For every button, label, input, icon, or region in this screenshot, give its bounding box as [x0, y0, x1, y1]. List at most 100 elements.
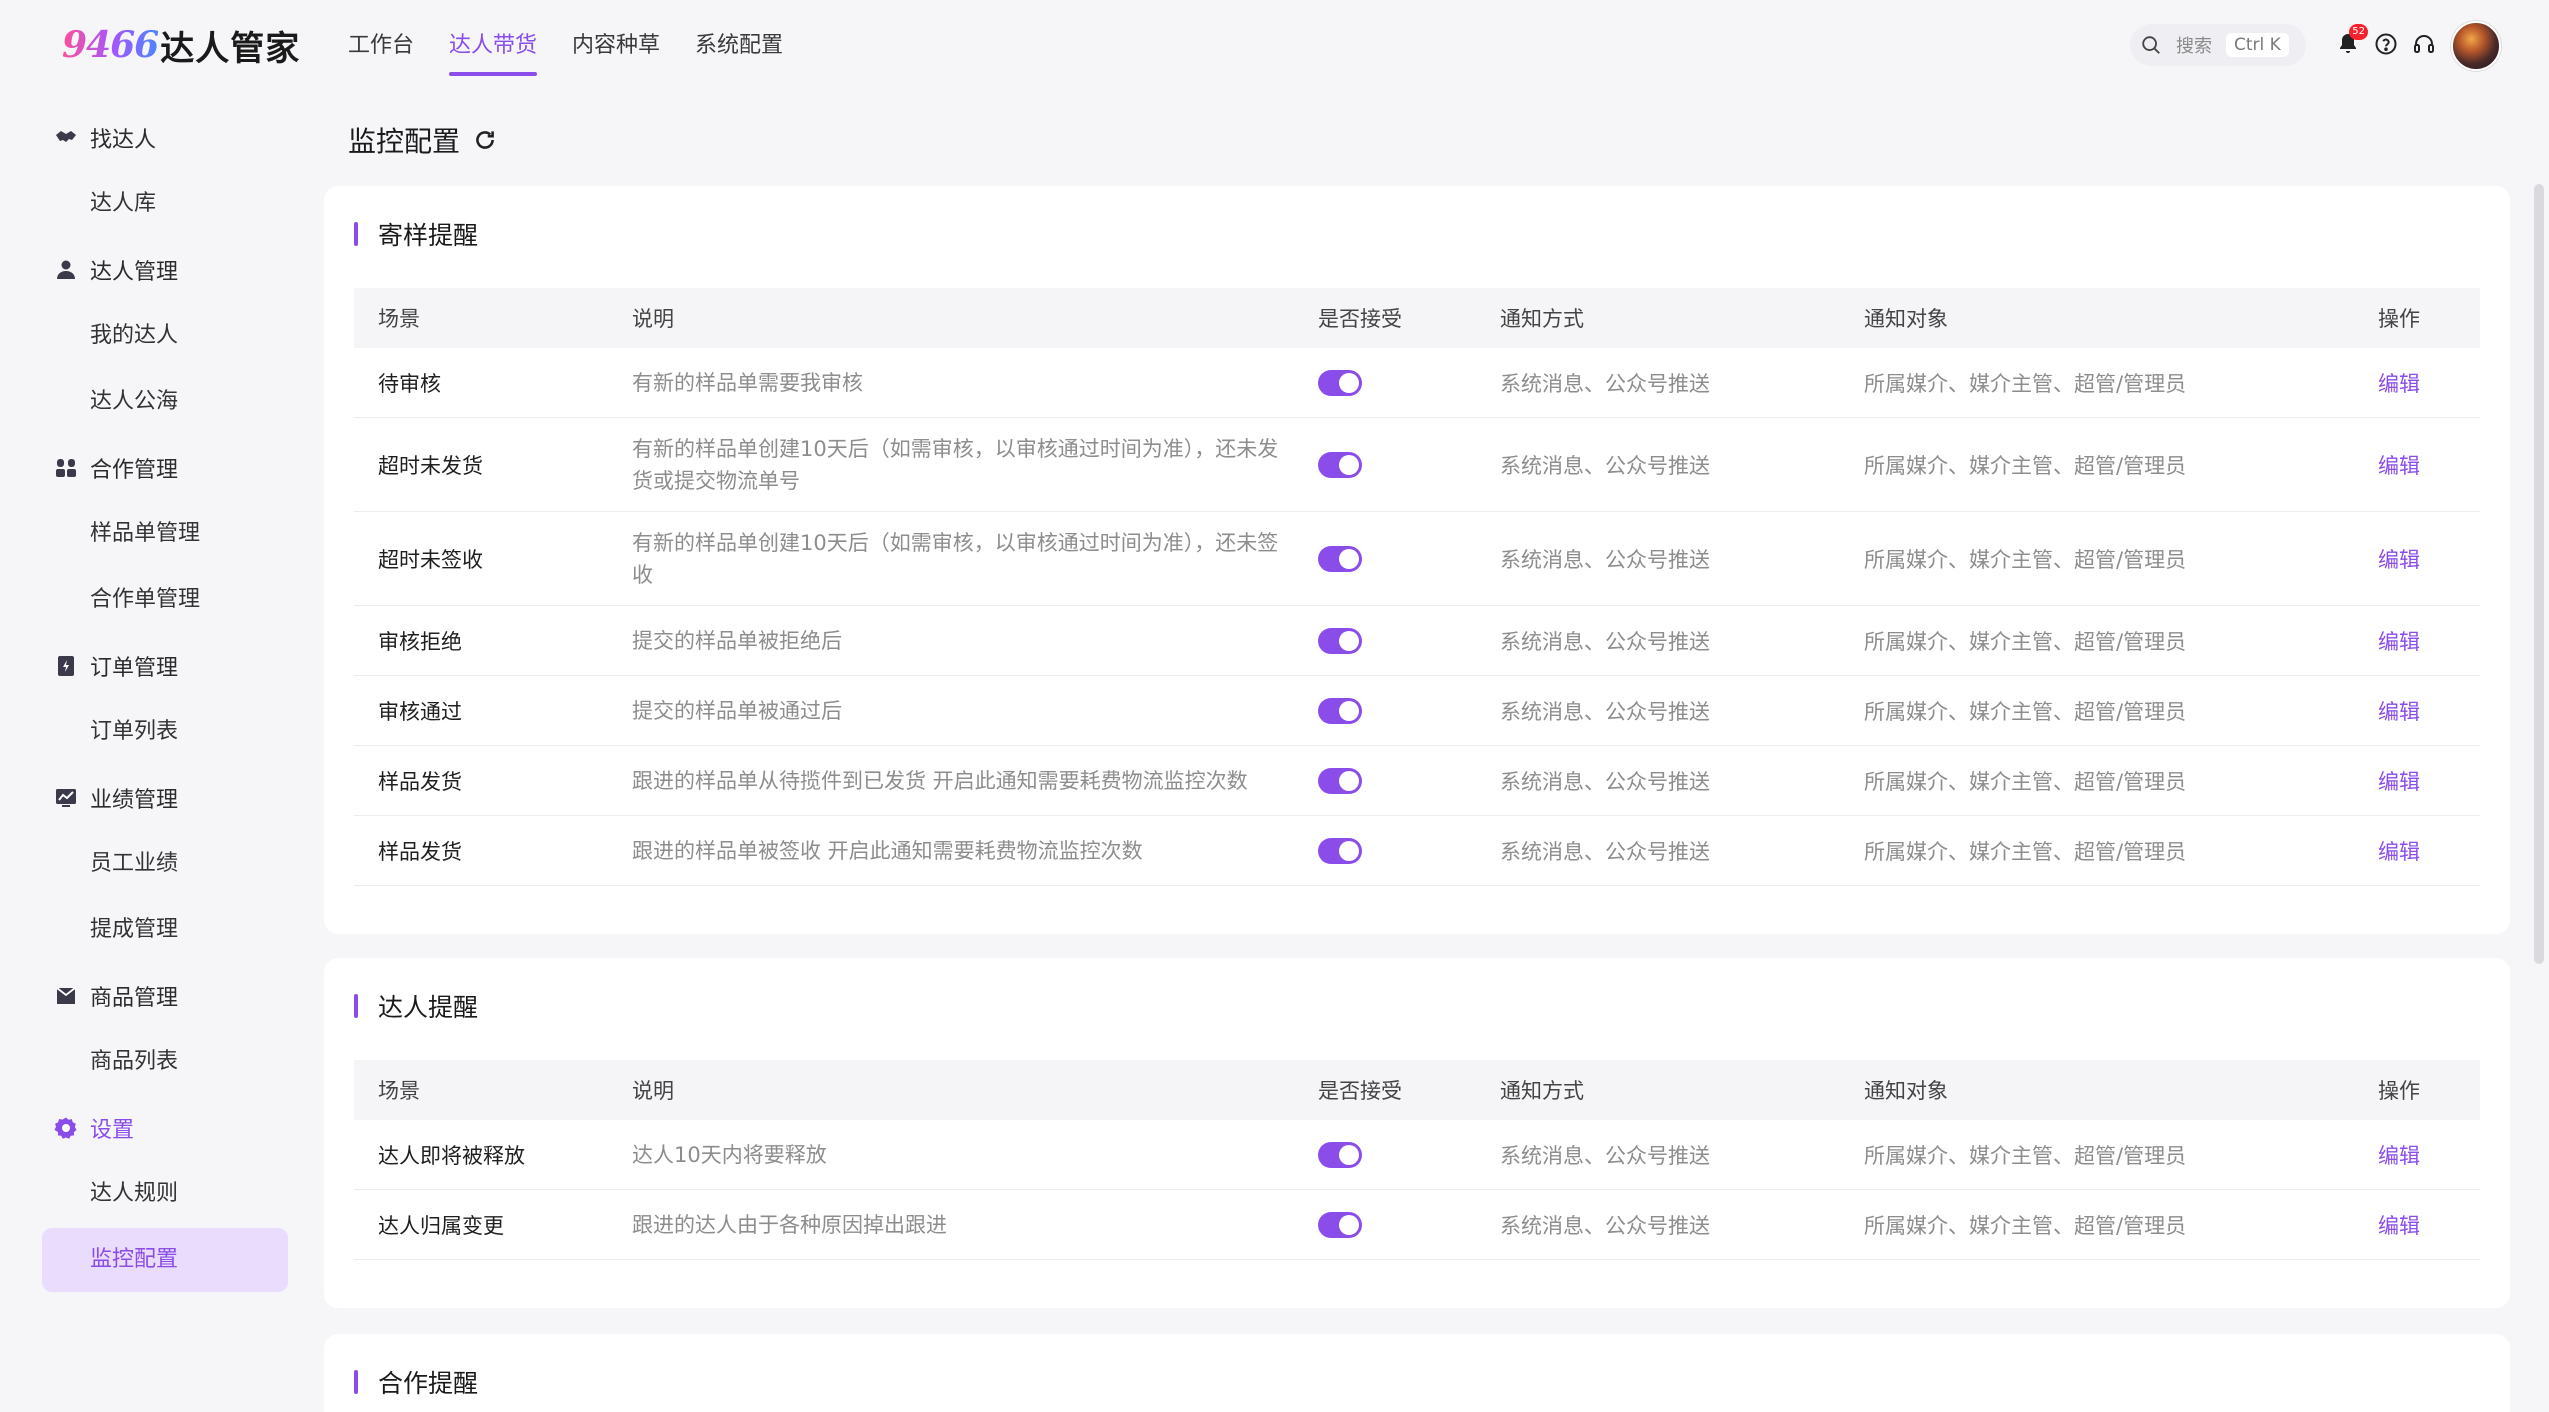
notify-method-cell: 系统消息、公众号推送 [1500, 1143, 1710, 1168]
edit-link[interactable]: 编辑 [2378, 368, 2420, 398]
sidebar-item-1-0[interactable]: 我的达人 [90, 316, 178, 356]
sidebar-item-3-0[interactable]: 订单列表 [90, 712, 178, 752]
accept-toggle-cell [1318, 837, 1362, 864]
user-avatar[interactable] [2451, 21, 2501, 71]
notify-method-cell: 系统消息、公众号推送 [1500, 371, 1710, 396]
settings-table: 场景 说明 是否接受 通知方式 通知对象 操作 达人即将被释放 达人10天内将要释放 系统消息、… [354, 1060, 2480, 1260]
description-cell: 跟进的达人由于各种原因掉出跟进 [632, 1212, 947, 1237]
column-header-method: 通知方式 [1500, 1079, 1584, 1103]
sidebar-item-6-1[interactable]: 监控配置 [90, 1240, 178, 1280]
edit-link[interactable]: 编辑 [2378, 450, 2420, 480]
accept-toggle[interactable] [1318, 1211, 1362, 1238]
sidebar-item-2-1[interactable]: 合作单管理 [90, 580, 200, 620]
edit-link[interactable]: 编辑 [2378, 1210, 2420, 1240]
accept-toggle[interactable] [1318, 697, 1362, 724]
search-shortcut: Ctrl K [2226, 33, 2289, 57]
accept-toggle-cell [1318, 767, 1362, 794]
notify-method-cell: 系统消息、公众号推送 [1500, 629, 1710, 654]
accept-toggle[interactable] [1318, 545, 1362, 572]
sidebar-group-3[interactable]: 订单管理 [54, 646, 178, 686]
sidebar-group-5[interactable]: 商品管理 [54, 976, 178, 1016]
sidebar-item-6-0[interactable]: 达人规则 [90, 1174, 178, 1214]
sidebar-group-label: 订单管理 [90, 656, 179, 681]
notify-target-cell: 所属媒介、媒介主管、超管/管理员 [1864, 839, 2187, 864]
scene-cell: 审核通过 [378, 699, 462, 724]
notify-method-cell: 系统消息、公众号推送 [1500, 839, 1710, 864]
refresh-icon[interactable] [472, 127, 498, 153]
order-icon [54, 654, 78, 678]
notify-method-cell: 系统消息、公众号推送 [1500, 769, 1710, 794]
table-row: 样品发货 跟进的样品单从待揽件到已发货 开启此通知需要耗费物流监控次数 系统消息、公… [354, 746, 2480, 816]
sidebar-item-2-0[interactable]: 样品单管理 [90, 514, 200, 554]
accept-toggle-cell [1318, 697, 1362, 724]
sidebar-group-1[interactable]: 达人管理 [54, 250, 178, 290]
chart-icon [54, 786, 78, 810]
accept-toggle-cell [1318, 451, 1362, 478]
sidebar-group-4[interactable]: 业绩管理 [54, 778, 178, 818]
sidebar-group-6[interactable]: 设置 [54, 1108, 134, 1148]
sidebar-group-2[interactable]: 合作管理 [54, 448, 178, 488]
edit-link[interactable]: 编辑 [2378, 696, 2420, 726]
accept-toggle[interactable] [1318, 1141, 1362, 1168]
sidebar-item-4-1[interactable]: 提成管理 [90, 910, 178, 950]
description-cell: 有新的样品单创建10天后（如需审核，以审核通过时间为准），还未签收 [632, 530, 1279, 587]
accept-toggle[interactable] [1318, 767, 1362, 794]
description-cell: 跟进的样品单被签收 开启此通知需要耗费物流监控次数 [632, 838, 1143, 863]
app-logo[interactable]: 9466 达人管家 [62, 22, 301, 69]
scene-cell: 超时未发货 [378, 453, 483, 478]
column-header-scene: 场景 [378, 1079, 420, 1103]
page-title: 监控配置 [348, 118, 498, 162]
edit-link[interactable]: 编辑 [2378, 544, 2420, 574]
edit-link[interactable]: 编辑 [2378, 1140, 2420, 1170]
notify-target-cell: 所属媒介、媒介主管、超管/管理员 [1864, 453, 2187, 478]
table-row: 待审核 有新的样品单需要我审核 系统消息、公众号推送 所属媒介、媒介主管、超管/管理员… [354, 348, 2480, 418]
sidebar-group-label: 合作管理 [90, 458, 179, 483]
sidebar-item-5-0[interactable]: 商品列表 [90, 1042, 178, 1082]
accept-toggle[interactable] [1318, 837, 1362, 864]
table-row: 超时未发货 有新的样品单创建10天后（如需审核，以审核通过时间为准），还未发货或提… [354, 418, 2480, 512]
page-scrollbar[interactable] [2534, 184, 2544, 964]
sidebar-group-0[interactable]: 找达人 [54, 118, 156, 158]
help-button[interactable] [2372, 30, 2400, 58]
accept-toggle[interactable] [1318, 369, 1362, 396]
handshake-icon [54, 126, 78, 150]
scene-cell: 审核拒绝 [378, 629, 462, 654]
search-box[interactable]: 搜索 Ctrl K [2130, 24, 2306, 66]
notify-method-cell: 系统消息、公众号推送 [1500, 699, 1710, 724]
sidebar-item-1-1[interactable]: 达人公海 [90, 382, 178, 422]
scene-cell: 待审核 [378, 371, 441, 396]
support-button[interactable] [2410, 30, 2438, 58]
headset-icon [2414, 35, 2434, 53]
table-header: 场景 说明 是否接受 通知方式 通知对象 操作 [354, 1060, 2480, 1120]
table-header: 场景 说明 是否接受 通知方式 通知对象 操作 [354, 288, 2480, 348]
column-header-accept: 是否接受 [1318, 307, 1402, 331]
accept-toggle[interactable] [1318, 627, 1362, 654]
top-bar: 9466 达人管家 工作台 达人带货 内容种草 系统配置 搜索 Ctrl K 52 [0, 0, 2549, 92]
user-icon [54, 258, 78, 282]
logo-text: 达人管家 [160, 28, 301, 69]
column-header-method: 通知方式 [1500, 307, 1584, 331]
table-row: 审核拒绝 提交的样品单被拒绝后 系统消息、公众号推送 所属媒介、媒介主管、超管/管理员… [354, 606, 2480, 676]
column-header-op: 操作 [2378, 307, 2420, 331]
description-cell: 达人10天内将要释放 [632, 1142, 827, 1167]
nav-item-2[interactable]: 内容种草 [572, 0, 660, 92]
table-row: 达人归属变更 跟进的达人由于各种原因掉出跟进 系统消息、公众号推送 所属媒介、媒介主管… [354, 1190, 2480, 1260]
edit-link[interactable]: 编辑 [2378, 626, 2420, 656]
sidebar-item-4-0[interactable]: 员工业绩 [90, 844, 178, 884]
edit-link[interactable]: 编辑 [2378, 836, 2420, 866]
description-cell: 提交的样品单被通过后 [632, 698, 842, 723]
nav-item-3[interactable]: 系统配置 [695, 0, 783, 92]
sidebar-group-label: 商品管理 [90, 986, 179, 1011]
scene-cell: 样品发货 [378, 769, 462, 794]
section-title: 达人提醒 [354, 988, 478, 1024]
edit-link[interactable]: 编辑 [2378, 766, 2420, 796]
sidebar-group-label: 找达人 [90, 128, 157, 153]
nav-item-1[interactable]: 达人带货 [449, 0, 538, 92]
accept-toggle[interactable] [1318, 451, 1362, 478]
notification-button[interactable]: 52 [2334, 24, 2368, 58]
sidebar: 找达人达人库达人管理我的达人达人公海合作管理样品单管理合作单管理订单管理订单列表… [0, 92, 300, 1412]
column-header-target: 通知对象 [1864, 307, 1948, 331]
notify-target-cell: 所属媒介、媒介主管、超管/管理员 [1864, 699, 2187, 724]
sidebar-item-0-0[interactable]: 达人库 [90, 184, 156, 224]
nav-item-0[interactable]: 工作台 [348, 0, 414, 92]
